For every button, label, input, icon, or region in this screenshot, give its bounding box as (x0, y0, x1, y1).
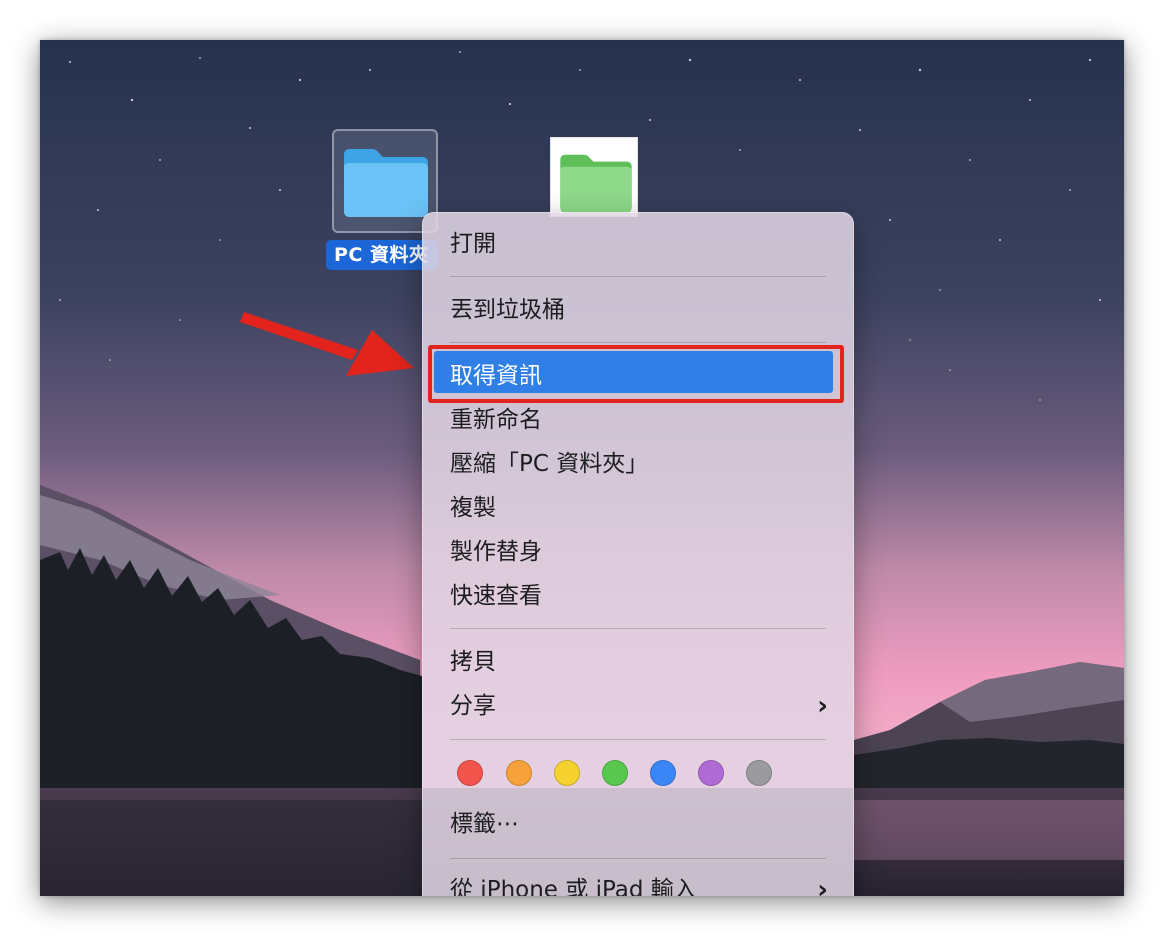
menu-separator (450, 342, 826, 343)
tag-purple[interactable] (698, 760, 724, 786)
menu-item-make-alias[interactable]: 製作替身 (450, 534, 826, 570)
menu-item-get-info[interactable]: 取得資訊 (450, 358, 826, 394)
tag-gray[interactable] (746, 760, 772, 786)
red-arrow-icon (240, 312, 414, 376)
context-menu: 打開 丟到垃圾桶 取得資訊 重新命名 壓縮「PC 資料夾」 複製 製作替身 快速… (422, 212, 854, 896)
menu-separator (450, 739, 826, 740)
tag-green[interactable] (602, 760, 628, 786)
menu-item-import-label: 從 iPhone 或 iPad 輸入 (450, 877, 697, 896)
chevron-right-icon: › (817, 691, 828, 721)
menu-separator (450, 276, 826, 277)
menu-item-share[interactable]: 分享 › (450, 688, 828, 724)
chevron-right-icon: › (817, 875, 828, 896)
tag-red[interactable] (457, 760, 483, 786)
desktop-screenshot: PC 資料夾 打開 丟到垃圾桶 取得資訊 重新命名 壓縮「PC 資料夾」 複製 … (40, 40, 1124, 896)
folder-icon (560, 154, 632, 213)
menu-item-share-label: 分享 (450, 693, 496, 719)
menu-item-quick-look[interactable]: 快速查看 (450, 578, 826, 614)
menu-item-duplicate[interactable]: 複製 (450, 490, 826, 526)
menu-item-import-from-iphone[interactable]: 從 iPhone 或 iPad 輸入 › (450, 872, 828, 896)
menu-separator (450, 628, 826, 629)
menu-item-move-to-trash[interactable]: 丟到垃圾桶 (450, 292, 826, 328)
menu-item-open[interactable]: 打開 (450, 226, 826, 262)
folder-icon (344, 149, 428, 217)
tag-orange[interactable] (506, 760, 532, 786)
menu-separator (450, 858, 826, 859)
menu-item-compress[interactable]: 壓縮「PC 資料夾」 (450, 446, 826, 482)
menu-item-rename[interactable]: 重新命名 (450, 402, 826, 438)
green-folder-icon[interactable] (550, 137, 638, 217)
menu-item-tags[interactable]: 標籤⋯ (450, 806, 826, 842)
tag-blue[interactable] (650, 760, 676, 786)
menu-item-copy[interactable]: 拷貝 (450, 644, 826, 680)
tag-yellow[interactable] (554, 760, 580, 786)
pc-folder-icon-selected[interactable] (332, 129, 438, 233)
